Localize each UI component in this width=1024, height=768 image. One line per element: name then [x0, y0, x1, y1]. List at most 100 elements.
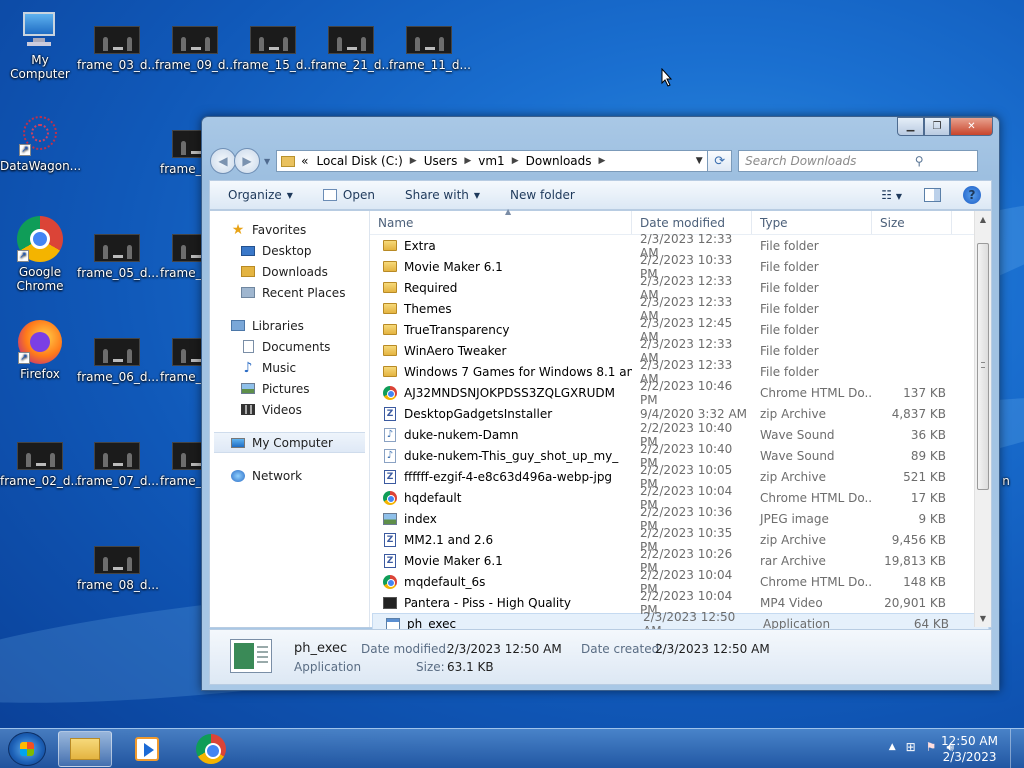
- mouse-cursor-icon: [661, 68, 673, 87]
- star-icon: ★: [231, 221, 245, 238]
- video-thumbnail-icon: [94, 26, 140, 54]
- nav-downloads[interactable]: Downloads: [210, 261, 369, 282]
- desktop-icon-frame-09[interactable]: frame_09_d...: [155, 26, 237, 72]
- column-header-name[interactable]: Name: [370, 211, 632, 234]
- breadcrumb-separator-icon[interactable]: ▶: [512, 156, 519, 166]
- new-folder-button[interactable]: New folder: [510, 188, 575, 202]
- desktop-icon-frame-1d[interactable]: frame_1: [148, 442, 208, 488]
- file-name: Extra: [404, 238, 436, 253]
- file-row[interactable]: AJ32MNDSNJOKPDSS3ZQLGXRUDM 2/2/2023 10:46…: [370, 379, 991, 407]
- change-view-button[interactable]: ☷ ▼: [881, 188, 902, 202]
- desktop-icon-frame-1c[interactable]: frame_1: [148, 338, 208, 384]
- desktop-icon-frame-07[interactable]: frame_07_d...: [77, 442, 159, 488]
- network-tray-icon[interactable]: ⊞: [906, 740, 916, 755]
- details-date-modified-label: Date modified:: [361, 642, 451, 656]
- clock[interactable]: 12:50 AM 2/3/2023: [941, 733, 998, 765]
- taskbar-media-player-button[interactable]: [120, 731, 174, 767]
- search-icon[interactable]: ⚲: [861, 154, 977, 168]
- breadcrumb-separator-icon[interactable]: ▶: [599, 156, 606, 166]
- desktop-icon-label: frame_21_d...: [311, 58, 393, 72]
- maximize-button[interactable]: ❐: [924, 117, 950, 136]
- nav-documents[interactable]: Documents: [210, 336, 369, 357]
- file-type-cell: MP4 Video: [760, 595, 823, 610]
- file-name-cell: ♪ duke-nukem-Damn: [370, 427, 632, 442]
- address-dropdown-icon[interactable]: ▼: [691, 156, 707, 166]
- explorer-window[interactable]: ▁ ❐ ✕ ◀ ▶ ▼ « Local Disk (C:) ▶ Users ▶ …: [201, 116, 1000, 691]
- nav-network[interactable]: Network: [210, 465, 369, 486]
- folder-icon: [382, 260, 398, 274]
- preview-pane-icon[interactable]: [924, 188, 941, 202]
- nav-my-computer[interactable]: My Computer: [214, 432, 365, 453]
- action-center-icon[interactable]: ⚑: [926, 740, 937, 755]
- scroll-up-icon[interactable]: ▲: [975, 211, 991, 228]
- desktop-icon-firefox[interactable]: ↗ Firefox: [0, 320, 80, 381]
- desktop-icon-frame-02[interactable]: frame_02_d...: [0, 442, 82, 488]
- share-with-menu[interactable]: Share with ▼: [405, 188, 480, 202]
- search-input[interactable]: Search Downloads ⚲: [738, 150, 979, 172]
- desktop-icon-label: frame_08_d...: [77, 578, 159, 592]
- organize-menu[interactable]: Organize ▼: [228, 188, 293, 202]
- desktop-icon-frame-15[interactable]: frame_15_d...: [233, 26, 315, 72]
- file-type-cell: Chrome HTML Do...: [760, 385, 872, 400]
- breadcrumb-downloads[interactable]: Downloads: [526, 154, 592, 168]
- file-type-cell: File folder: [760, 364, 819, 379]
- breadcrumb-separator-icon[interactable]: ▶: [410, 156, 417, 166]
- desktop-icon-frame-21[interactable]: frame_21_d...: [311, 26, 393, 72]
- file-name-cell: Z Movie Maker 6.1: [370, 553, 632, 568]
- desktop-icon-datawagon[interactable]: ↗ DataWagon...: [0, 114, 81, 173]
- media-player-icon: [135, 737, 159, 761]
- open-button[interactable]: Open: [322, 188, 375, 202]
- close-button[interactable]: ✕: [950, 117, 993, 136]
- taskbar-explorer-button[interactable]: [58, 731, 112, 767]
- desktop-icon-frame-03[interactable]: frame_03_d...: [77, 26, 159, 72]
- desktop-icon-frame-05[interactable]: frame_05_d...: [77, 234, 159, 280]
- nav-music[interactable]: ♪ Music: [210, 357, 369, 378]
- nav-pictures[interactable]: Pictures: [210, 378, 369, 399]
- nav-desktop[interactable]: Desktop: [210, 240, 369, 261]
- start-button[interactable]: [8, 732, 46, 766]
- forward-button[interactable]: ▶: [234, 148, 260, 174]
- zip-icon: Z: [382, 553, 398, 568]
- command-toolbar: Organize ▼ Open Share with ▼ New folder ☷ …: [209, 180, 992, 210]
- nav-libraries[interactable]: Libraries: [210, 315, 369, 336]
- breadcrumb-vm1[interactable]: vm1: [478, 154, 504, 168]
- desktop-icon-frame-08[interactable]: frame_08_d...: [77, 546, 159, 592]
- nav-favorites[interactable]: ★ Favorites: [210, 219, 369, 240]
- column-header-type[interactable]: Type: [752, 211, 872, 234]
- taskbar-chrome-button[interactable]: [184, 731, 238, 767]
- file-name: hqdefault: [404, 490, 462, 505]
- file-type-cell: Wave Sound: [760, 427, 835, 442]
- column-header-size[interactable]: Size: [872, 211, 952, 234]
- folder-icon: [382, 239, 398, 253]
- scrollbar-thumb[interactable]: [977, 243, 989, 490]
- show-desktop-button[interactable]: [1010, 729, 1024, 768]
- scroll-down-icon[interactable]: ▼: [975, 610, 991, 627]
- breadcrumb-local-disk[interactable]: Local Disk (C:): [317, 154, 403, 168]
- breadcrumb-overflow[interactable]: «: [301, 154, 308, 168]
- file-type-cell: zip Archive: [760, 532, 826, 547]
- desktop-icon-google-chrome[interactable]: ↗ Google Chrome: [0, 216, 80, 293]
- back-button[interactable]: ◀: [210, 148, 236, 174]
- file-list-pane: ▲ Name Date modified Type Size Extra 2/3/…: [370, 207, 991, 638]
- minimize-button[interactable]: ▁: [897, 117, 924, 136]
- nav-videos[interactable]: Videos: [210, 399, 369, 420]
- nav-label: Network: [252, 468, 303, 483]
- address-bar[interactable]: « Local Disk (C:) ▶ Users ▶ vm1 ▶ Downlo…: [276, 150, 709, 172]
- details-file-kind: Application: [294, 660, 362, 674]
- refresh-button[interactable]: ⟳: [708, 150, 733, 172]
- help-icon[interactable]: ?: [963, 186, 981, 204]
- desktop-icon-my-computer[interactable]: My Computer: [0, 10, 80, 81]
- vertical-scrollbar[interactable]: ▲ ▼: [974, 211, 991, 627]
- breadcrumb-separator-icon[interactable]: ▶: [464, 156, 471, 166]
- explorer-content: ★ Favorites Desktop Downloads Recent Plac…: [209, 207, 992, 638]
- tray-expand-icon[interactable]: ▲: [889, 742, 896, 755]
- nav-recent-places[interactable]: Recent Places: [210, 282, 369, 303]
- desktop-icon-frame-1a[interactable]: frame_1: [148, 130, 208, 176]
- breadcrumb-users[interactable]: Users: [424, 154, 458, 168]
- recent-pages-dropdown-icon[interactable]: ▼: [264, 157, 270, 166]
- sort-ascending-icon: ▲: [505, 207, 512, 216]
- back-arrow-icon: ◀: [218, 154, 228, 168]
- desktop-icon-frame-11[interactable]: frame_11_d...: [389, 26, 471, 72]
- desktop-icon-frame-06[interactable]: frame_06_d...: [77, 338, 159, 384]
- desktop-icon-frame-1b[interactable]: frame_1: [148, 234, 208, 280]
